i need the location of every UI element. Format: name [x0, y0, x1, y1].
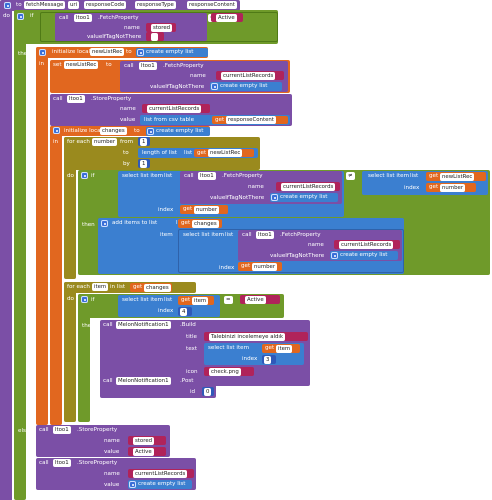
param-responsecode[interactable]: responseCode [84, 1, 127, 9]
init-local-newlistrec[interactable] [36, 47, 48, 425]
create-empty-list-block[interactable]: create empty list [136, 48, 208, 57]
text-block-currentlistrecords[interactable]: currentListRecords [216, 71, 284, 80]
from-number[interactable]: 1 [138, 137, 150, 146]
var-newlistrec[interactable]: newListRec [90, 48, 125, 56]
procedure-prefix: to [16, 2, 22, 8]
param-responsecontent[interactable]: responseContent [187, 1, 237, 9]
text-block-empty[interactable] [146, 32, 164, 41]
do-label-2: do [67, 173, 74, 179]
in-label: in [39, 61, 45, 67]
init-local-changes[interactable] [50, 126, 62, 425]
get-responsecontent-block[interactable]: get responseContent [212, 116, 288, 124]
create-empty-list-block-3[interactable]: create empty list [146, 127, 210, 136]
component-dropdown[interactable]: ltoo1 [74, 14, 92, 22]
procedure-name-field[interactable]: fetchMessage [24, 1, 66, 9]
call-label: call [59, 15, 69, 21]
var-changes[interactable]: changes [100, 127, 127, 135]
get-number-block[interactable]: get number [180, 205, 228, 214]
list-gear-icon[interactable] [137, 49, 144, 56]
mutator-gear-icon[interactable] [4, 2, 11, 9]
do-label: do [3, 13, 10, 19]
procedure-block[interactable] [0, 0, 12, 500]
then-label: then [18, 51, 31, 57]
text-block-stored[interactable]: stored [146, 23, 176, 32]
compare-operator-2[interactable]: ≠ [346, 172, 355, 180]
get-newlistrec-block[interactable]: get newListRec [194, 149, 254, 157]
param-responsetype[interactable]: responseType [135, 1, 176, 9]
set-var-dropdown[interactable]: newListRec [64, 61, 99, 69]
else-label: else [18, 428, 30, 434]
by-number[interactable]: 1 [138, 159, 150, 168]
if-gear-icon[interactable] [17, 13, 24, 20]
if-label: if [30, 13, 34, 19]
create-empty-list-block-2[interactable]: create empty list [210, 82, 282, 91]
text-block-active[interactable]: Active [211, 13, 243, 22]
text-block-currentlistrecords-2[interactable]: currentListRecords [142, 104, 210, 113]
name-label: name [124, 25, 140, 31]
for-each-item-block[interactable] [64, 282, 76, 422]
init-gear-icon[interactable] [39, 49, 46, 56]
valueiftagnotthere-label: valueIfTagNotThere [87, 34, 142, 40]
method-label: .FetchProperty [98, 15, 139, 21]
param-uri[interactable]: uri [68, 1, 80, 9]
